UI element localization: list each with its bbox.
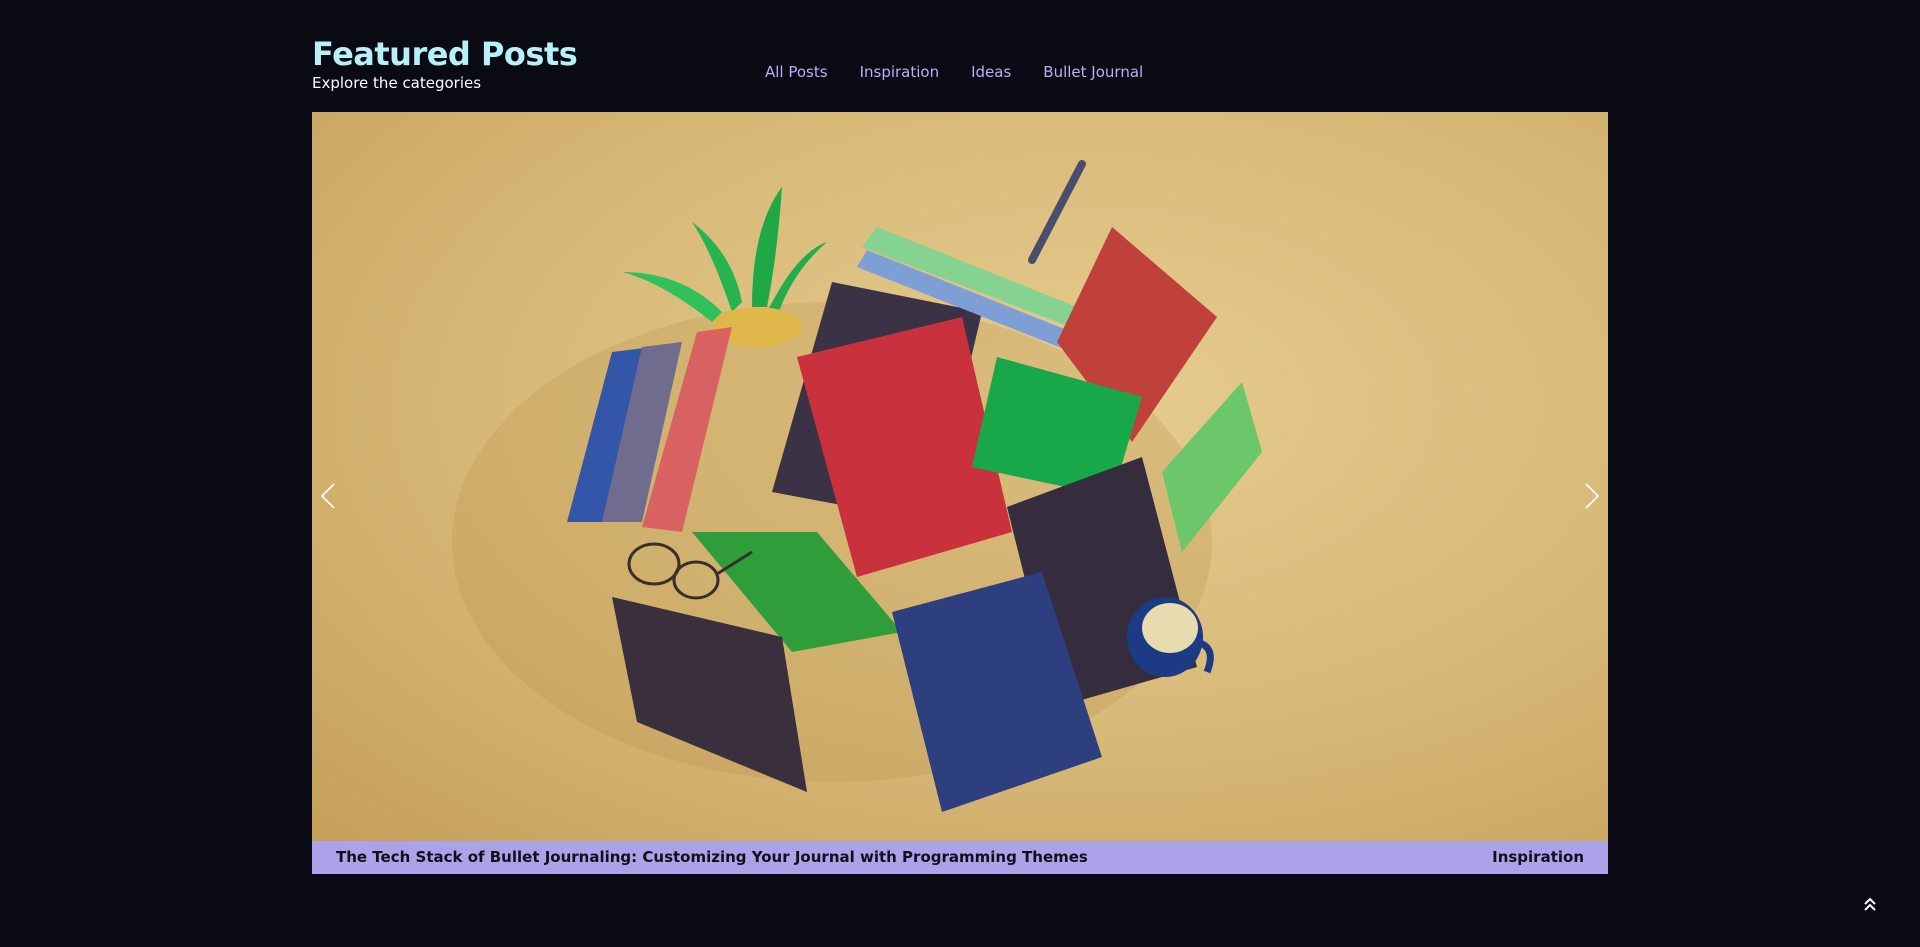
slide-category[interactable]: Inspiration [1492,847,1584,867]
chevron-right-icon [1585,483,1600,509]
back-to-top-button[interactable] [1860,894,1880,916]
slider-prev-button[interactable] [316,476,340,516]
page-title: Featured Posts [312,35,578,73]
chevron-left-icon [320,483,335,509]
nav-item-ideas[interactable]: Ideas [971,60,1011,84]
site-header: Featured Posts Explore the categories Al… [312,0,1608,112]
page-subtitle: Explore the categories [312,74,482,92]
slide-caption-bar: The Tech Stack of Bullet Journaling: Cus… [312,841,1608,874]
featured-slider: The Tech Stack of Bullet Journaling: Cus… [312,112,1608,874]
double-chevron-up-icon [1864,897,1876,911]
featured-post-image[interactable] [312,112,1608,841]
plant-illustration [622,187,827,347]
slide-title[interactable]: The Tech Stack of Bullet Journaling: Cus… [336,847,1088,867]
nav-item-inspiration[interactable]: Inspiration [860,60,940,84]
nav-item-all-posts[interactable]: All Posts [765,60,828,84]
nav-item-bullet-journal[interactable]: Bullet Journal [1043,60,1143,84]
slider-next-button[interactable] [1580,476,1604,516]
category-nav: All Posts Inspiration Ideas Bullet Journ… [765,60,1143,84]
